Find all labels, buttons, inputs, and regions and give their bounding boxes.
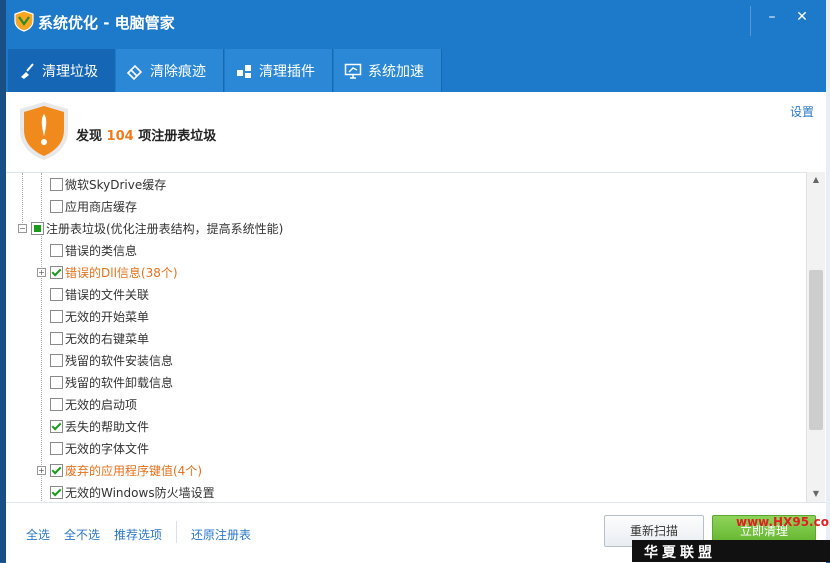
title-separator [750, 6, 751, 36]
tab-clean-plugins[interactable]: 清理插件 [225, 49, 333, 92]
tree-row[interactable]: 错误的类信息 [6, 239, 806, 261]
warning-shield-icon [20, 102, 68, 160]
tree-row-label: 残留的软件安装信息 [65, 354, 174, 368]
watermark-url: www.HX95.com [736, 515, 830, 529]
select-all-link[interactable]: 全选 [26, 526, 50, 543]
tree-row[interactable]: 残留的软件卸载信息 [6, 371, 806, 393]
tree-row[interactable]: − 注册表垃圾(优化注册表结构，提高系统性能) [6, 217, 806, 239]
app-window: 系统优化 - 电脑管家 – ✕ 清理垃圾 清除痕迹 清理插件 系统加速 发现 1… [6, 0, 826, 563]
tree-row-label: 废弃的应用程序键值(4个) [65, 464, 202, 478]
recommended-link[interactable]: 推荐选项 [114, 526, 162, 543]
app-logo-icon [14, 10, 34, 32]
tab-system-speedup[interactable]: 系统加速 [334, 49, 442, 92]
list-scrollbar[interactable]: ▲ ▼ [806, 172, 825, 502]
footer-separator [176, 521, 177, 543]
restore-registry-link[interactable]: 还原注册表 [191, 526, 251, 543]
scan-result-text: 发现 104 项注册表垃圾 [76, 125, 216, 144]
tree-row[interactable]: + 废弃的应用程序键值(4个) [6, 459, 806, 481]
expand-icon[interactable]: + [37, 268, 46, 277]
found-prefix: 发现 [76, 129, 103, 144]
found-count: 104 [106, 129, 134, 144]
scan-summary: 发现 104 项注册表垃圾 设置 [6, 92, 826, 172]
scroll-up-arrow-icon[interactable]: ▲ [807, 172, 825, 188]
tree-row-label: 残留的软件卸载信息 [65, 376, 174, 390]
tab-label: 清除痕迹 [150, 63, 206, 80]
tree-checkbox[interactable] [50, 420, 63, 433]
tree-row[interactable]: 无效的字体文件 [6, 437, 806, 459]
expand-icon[interactable]: + [37, 466, 46, 475]
tab-clear-traces[interactable]: 清除痕迹 [116, 49, 224, 92]
tree-row-label: 无效的右键菜单 [65, 332, 150, 346]
tree-row[interactable]: 残留的软件安装信息 [6, 349, 806, 371]
tree-row-label: 注册表垃圾(优化注册表结构，提高系统性能) [46, 222, 284, 236]
tree-row[interactable]: 错误的文件关联 [6, 283, 806, 305]
tree-row-label: 无效的启动项 [65, 398, 138, 412]
tab-label: 清理垃圾 [42, 63, 98, 80]
select-none-link[interactable]: 全不选 [64, 526, 100, 543]
close-button[interactable]: ✕ [792, 8, 812, 26]
tree-row[interactable]: 应用商店缓存 [6, 195, 806, 217]
tree-row[interactable]: 微软SkyDrive缓存 [6, 173, 806, 195]
tree-row-label: 错误的文件关联 [65, 288, 150, 302]
watermark-text: 华夏联盟 [644, 545, 716, 561]
broom-icon [21, 62, 34, 79]
tab-label: 清理插件 [259, 63, 315, 80]
tree-checkbox[interactable] [50, 200, 63, 213]
desktop-right-edge [826, 0, 830, 562]
found-suffix: 项注册表垃圾 [138, 129, 217, 144]
tree-row[interactable]: 无效的右键菜单 [6, 327, 806, 349]
title-bar: 系统优化 - 电脑管家 – ✕ [6, 0, 826, 46]
tab-label: 系统加速 [368, 63, 424, 80]
minimize-button[interactable]: – [762, 8, 782, 26]
scroll-thumb[interactable] [809, 270, 823, 430]
tree-row[interactable]: 无效的开始菜单 [6, 305, 806, 327]
tree-row-label: 错误的Dll信息(38个) [65, 266, 178, 280]
tree-checkbox[interactable] [50, 464, 63, 477]
tree-row-label: 丢失的帮助文件 [65, 420, 150, 434]
tree-checkbox[interactable] [50, 332, 63, 345]
tree-checkbox[interactable] [50, 486, 63, 499]
tree-checkbox[interactable] [50, 376, 63, 389]
tree-row[interactable]: + 错误的Dll信息(38个) [6, 261, 806, 283]
tree-checkbox[interactable] [31, 222, 44, 235]
scroll-down-arrow-icon[interactable]: ▼ [807, 486, 825, 502]
tree-checkbox[interactable] [50, 266, 63, 279]
tree-checkbox[interactable] [50, 310, 63, 323]
tree-checkbox[interactable] [50, 178, 63, 191]
tree-row-label: 无效的Windows防火墙设置 [65, 486, 215, 500]
tree-checkbox[interactable] [50, 288, 63, 301]
junk-tree-list: 微软SkyDrive缓存 应用商店缓存 − 注册表垃圾(优化注册表结构，提高系统性能)… [6, 172, 806, 503]
tree-row-label: 错误的类信息 [65, 244, 138, 258]
tree-row-label: 无效的开始菜单 [65, 310, 150, 324]
tree-row-label: 无效的字体文件 [65, 442, 150, 456]
plugin-icon [237, 64, 251, 78]
tree-row[interactable]: 无效的启动项 [6, 393, 806, 415]
tree-row-label: 应用商店缓存 [65, 200, 138, 214]
collapse-icon[interactable]: − [18, 224, 27, 233]
tab-clean-junk[interactable]: 清理垃圾 [8, 49, 115, 92]
tree-checkbox[interactable] [50, 442, 63, 455]
tree-checkbox[interactable] [50, 354, 63, 367]
settings-link[interactable]: 设置 [790, 103, 814, 120]
eraser-icon [126, 64, 143, 80]
tab-bar: 清理垃圾 清除痕迹 清理插件 系统加速 [6, 46, 826, 92]
tree-row-label: 微软SkyDrive缓存 [65, 178, 167, 192]
tree-checkbox[interactable] [50, 398, 63, 411]
main-panel: 发现 104 项注册表垃圾 设置 微软SkyDrive缓存 应用商店缓存 − 注册表垃… [6, 92, 826, 563]
tree-row[interactable]: 丢失的帮助文件 [6, 415, 806, 437]
monitor-speed-icon [344, 63, 362, 79]
window-title: 系统优化 - 电脑管家 [38, 14, 175, 32]
tree-checkbox[interactable] [50, 244, 63, 257]
tree-row[interactable]: 无效的Windows防火墙设置 [6, 481, 806, 503]
